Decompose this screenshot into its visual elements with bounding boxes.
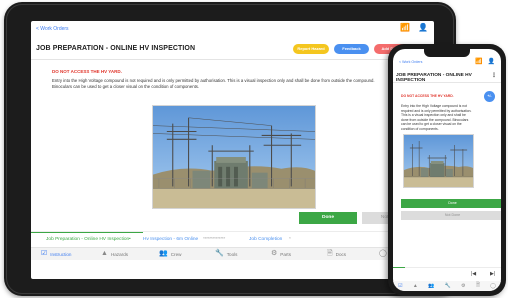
warning-text: DO NOT ACCESS THE HV YARD. xyxy=(401,94,454,98)
nav-instruction[interactable]: ☑ Instruction xyxy=(41,250,71,258)
warning-icon: ▲ xyxy=(101,250,108,257)
checkbox-icon: ☑ xyxy=(41,250,48,257)
back-to-work-orders-link[interactable]: < Work Orders xyxy=(36,26,69,32)
phone-screen: < Work Orders 📶 👤 JOB PREPARATION - ONLI… xyxy=(393,49,501,291)
nav-label: Hazards xyxy=(110,251,129,257)
nav-label: Parts xyxy=(280,251,292,257)
step-progress-bar xyxy=(393,267,405,268)
nav-instruction-icon[interactable]: ☑ xyxy=(398,283,402,289)
header-divider xyxy=(31,59,434,60)
warning-text: DO NOT ACCESS THE HV YARD. xyxy=(52,69,122,74)
not-done-button[interactable]: Not Done xyxy=(401,211,501,220)
step-job-preparation[interactable]: Job Preparation - Online HV Inspection xyxy=(46,237,129,242)
step-progress: Job Preparation - Online HV Inspection •… xyxy=(31,231,434,245)
step-separator: * xyxy=(289,237,291,242)
phone-device: < Work Orders 📶 👤 JOB PREPARATION - ONLI… xyxy=(388,44,506,296)
nav-bulb-icon[interactable]: ◯ xyxy=(490,283,496,289)
user-icon[interactable]: 👤 xyxy=(488,58,495,65)
status-icons: 📶 👤 xyxy=(400,24,428,32)
user-icon[interactable]: 👤 xyxy=(418,24,428,32)
group-icon: 👥 xyxy=(159,250,168,257)
feedback-button[interactable]: Feedback xyxy=(334,44,369,54)
bottom-nav: ☑ Instruction ▲ Hazards 👥 Crew 🔧 Tools ⚙… xyxy=(31,247,434,260)
nav-label: Instruction xyxy=(50,251,72,257)
more-options-icon[interactable]: ⋮ xyxy=(491,72,497,79)
nav-crew-icon[interactable]: 👥 xyxy=(428,283,434,289)
nav-parts-icon[interactable]: ⚙ xyxy=(461,283,465,289)
nav-docs[interactable]: 🗎 Docs xyxy=(327,250,346,258)
report-hazard-button[interactable]: Report Hazard xyxy=(293,44,329,54)
step-separator: • xyxy=(129,237,131,242)
substation-photo xyxy=(152,105,316,209)
nav-tools-icon[interactable]: 🔧 xyxy=(445,283,451,289)
wifi-icon: 📶 xyxy=(475,59,483,65)
header-divider xyxy=(393,82,501,83)
nav-parts[interactable]: ⚙ Parts xyxy=(271,250,291,258)
skip-previous-icon[interactable]: |◀ xyxy=(471,271,476,277)
phone-notch xyxy=(424,49,470,57)
nav-docs-icon[interactable]: 🗎 xyxy=(476,282,480,290)
back-to-work-orders-link[interactable]: < Work Orders xyxy=(399,60,422,64)
nav-crew[interactable]: 👥 Crew xyxy=(159,250,181,258)
wrench-icon: 🔧 xyxy=(215,250,224,257)
nav-label: Docs xyxy=(335,251,347,257)
step-separator: ************** xyxy=(203,237,225,242)
step-job-completion[interactable]: Job Completion xyxy=(249,237,282,242)
step-progress-track xyxy=(393,267,501,268)
substation-photo xyxy=(403,134,474,188)
tablet-screen: < Work Orders 📶 👤 JOB PREPARATION - ONLI… xyxy=(31,21,434,279)
gear-icon: ⚙ xyxy=(271,250,278,257)
nav-tools[interactable]: 🔧 Tools xyxy=(215,250,237,258)
done-button[interactable]: Done xyxy=(401,199,501,208)
skip-next-icon[interactable]: ▶| xyxy=(490,271,495,277)
nav-label: Tools xyxy=(226,251,238,257)
page-title: JOB PREPARATION - ONLINE HV INSPECTION xyxy=(36,45,196,52)
nav-hazards-icon[interactable]: ▲ xyxy=(413,283,418,289)
top-bar: < Work Orders 📶 👤 xyxy=(31,21,434,39)
nav-label: Crew xyxy=(170,251,182,257)
bulb-icon: ◯ xyxy=(379,250,387,257)
document-icon: 🗎 xyxy=(327,250,333,257)
wifi-icon: 📶 xyxy=(400,23,411,32)
status-icons: 📶 👤 xyxy=(475,58,495,65)
instruction-text: Entry into the High Voltage compound is … xyxy=(401,104,472,131)
done-button[interactable]: Done xyxy=(299,212,357,224)
instruction-text: Entry into the High Voltage compound is … xyxy=(52,78,375,89)
step-hv-inspection[interactable]: Hv Inspection - 6m Online xyxy=(143,237,198,242)
step-progress-bar xyxy=(31,232,143,233)
bottom-nav: ☑ ▲ 👥 🔧 ⚙ 🗎 ◯ xyxy=(393,281,501,291)
nav-hazards[interactable]: ▲ Hazards xyxy=(101,250,128,258)
expand-actions-button[interactable]: +/- xyxy=(484,91,495,102)
nav-bulb[interactable]: ◯ xyxy=(379,250,387,258)
